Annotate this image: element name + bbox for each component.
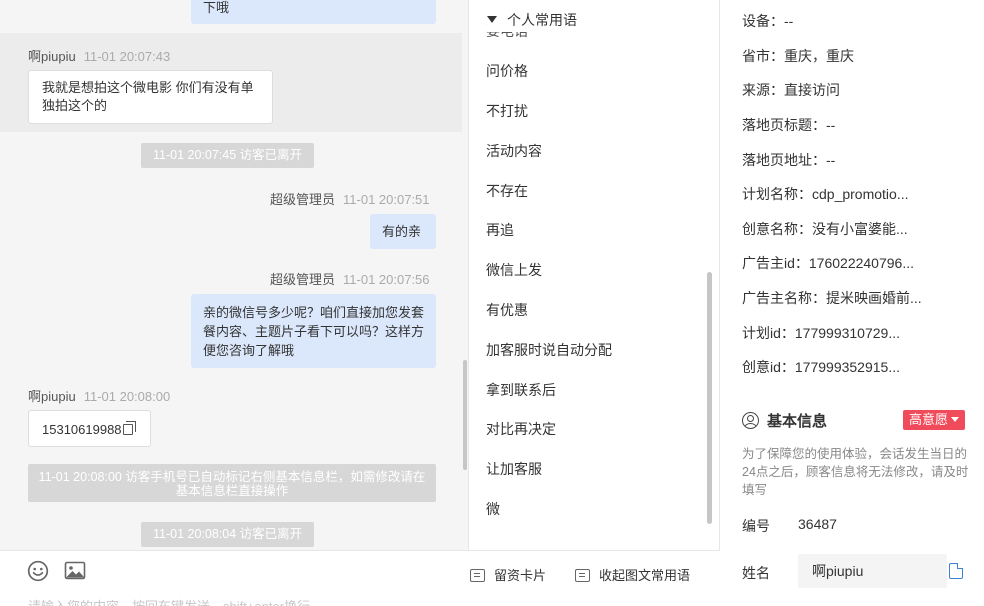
sender-name: 超级管理员	[270, 192, 336, 207]
name-field[interactable]: 啊piupiu	[798, 554, 947, 588]
phrase-label: 不打扰	[486, 103, 528, 119]
message-text: 下哦	[203, 0, 230, 15]
phrase-item[interactable]: 对比再决定	[486, 419, 556, 439]
info-landing-url: 落地页地址：--	[742, 152, 836, 168]
agent-message-bubble: 有的亲	[370, 214, 436, 249]
phrase-item[interactable]: 活动内容	[486, 141, 542, 161]
phrase-label: 让加客服	[486, 461, 542, 477]
info-creative-name: 创意名称：没有小富婆能...	[742, 221, 908, 237]
phrase-label: 加客服时说自动分配	[486, 342, 612, 358]
phrase-item[interactable]: 问价格	[486, 61, 528, 81]
message-text: 有的亲	[382, 224, 422, 239]
number-label: 编号	[742, 518, 770, 534]
intent-dropdown[interactable]: 高意愿	[903, 410, 966, 430]
basic-info-title: 基本信息	[742, 410, 827, 431]
phrase-label: 再追	[486, 222, 514, 238]
message-time: 11-01 20:08:00	[83, 389, 171, 404]
copy-icon[interactable]	[122, 421, 136, 435]
info-plan-id: 计划id：177999310729...	[742, 325, 900, 341]
smile-icon[interactable]	[27, 560, 49, 582]
card-icon	[470, 569, 485, 582]
intent-label: 高意愿	[909, 412, 949, 427]
system-notice: 11-01 20:07:45 访客已离开	[141, 143, 315, 168]
phrase-label: 不存在	[486, 183, 528, 199]
visitor-message-bubble: 我就是想拍这个微电影 你们有没有单独拍这个的	[28, 70, 273, 124]
system-notice: 11-01 20:08:00 访客手机号已自动标记右侧基本信息栏，如需修改请在基…	[28, 464, 436, 502]
message-text: 亲的微信号多少呢？咱们直接加您发套餐内容、主题片子看下可以吗？这样方便您咨询了解…	[203, 305, 425, 358]
info-device: 设备：--	[742, 13, 794, 29]
image-icon[interactable]	[64, 560, 86, 582]
caret-down-icon	[951, 417, 960, 422]
phrase-item[interactable]: 加客服时说自动分配	[486, 340, 612, 360]
info-advertiser-name: 广告主名称：提米映画婚前...	[742, 290, 922, 306]
phrase-item[interactable]: 不存在	[486, 181, 528, 201]
phrases-panel: 要电话 个人常用语 问价格 不打扰 活动内容 不存在 再追 微信上发 有优惠 加…	[469, 0, 720, 550]
phrase-label: 有优惠	[486, 302, 528, 318]
phrase-label: 微信上发	[486, 262, 542, 278]
caret-down-icon	[487, 16, 497, 23]
phrase-label: 拿到联系后	[486, 382, 556, 398]
phrase-label: 微	[486, 501, 500, 517]
message-text: 我就是想拍这个微电影 你们有没有单独拍这个的	[42, 80, 254, 113]
phrase-item[interactable]: 微信上发	[486, 260, 542, 280]
phrase-label: 对比再决定	[486, 421, 556, 437]
message-time: 11-01 20:07:43	[83, 49, 171, 64]
customer-info-panel: 设备：-- 省市：重庆，重庆 来源：直接访问 落地页标题：-- 落地页地址：--…	[720, 0, 984, 606]
info-source: 来源：直接访问	[742, 82, 840, 98]
agent-message-bubble: 亲的微信号多少呢？咱们直接加您发套餐内容、主题片子看下可以吗？这样方便您咨询了解…	[191, 294, 436, 368]
collapse-phrases-label: 收起图文常用语	[599, 568, 691, 583]
edit-notice: 为了保障您的使用体验，会话发生当日的24点之后，顾客信息将无法修改，请及时填写	[742, 447, 969, 497]
basic-info-label: 基本信息	[767, 413, 828, 430]
sender-name: 啊piupiu	[28, 389, 76, 404]
phrase-item[interactable]: 不打扰	[486, 101, 528, 121]
message-meta: 超级管理员 11-01 20:07:56	[270, 269, 430, 288]
system-notice-text: 11-01 20:07:45 访客已离开	[153, 148, 303, 162]
agent-message-bubble: 下哦	[191, 0, 436, 24]
number-value: 36487	[798, 516, 837, 532]
user-icon	[742, 412, 759, 429]
system-notice: 11-01 20:08:04 访客已离开	[141, 522, 315, 547]
message-text: 15310619988	[42, 422, 122, 437]
phrase-item[interactable]: 微	[486, 499, 500, 519]
chat-input[interactable]: 请输入您的内容，按回车键发送，shift+enter换行	[28, 596, 310, 606]
message-meta: 啊piupiu 11-01 20:07:43	[28, 46, 170, 65]
visitor-message-bubble: 15310619988	[28, 410, 151, 447]
chat-toolbar: 留资卡片 收起图文常用语 请输入您的内容，按回车键发送，shift+enter换…	[0, 550, 720, 606]
phrase-group-title: 个人常用语	[507, 12, 577, 28]
message-time: 11-01 20:07:51	[343, 192, 430, 207]
message-meta: 超级管理员 11-01 20:07:51	[270, 189, 430, 208]
phrase-item[interactable]: 拿到联系后	[486, 380, 556, 400]
phrase-item[interactable]: 再追	[486, 220, 514, 240]
system-notice-text: 11-01 20:08:00 访客手机号已自动标记右侧基本信息栏，如需修改请在基…	[38, 470, 426, 498]
leave-card-button[interactable]: 留资卡片	[470, 565, 546, 584]
phrase-label: 问价格	[486, 63, 528, 79]
phrases-scrollbar[interactable]	[707, 272, 712, 524]
chat-panel: 下哦 啊piupiu 11-01 20:07:43 我就是想拍这个微电影 你们有没…	[0, 0, 469, 606]
info-province: 省市：重庆，重庆	[742, 48, 854, 64]
collapse-phrases-button[interactable]: 收起图文常用语	[575, 565, 690, 584]
message-time: 11-01 20:07:56	[343, 272, 430, 287]
info-plan-name: 计划名称：cdp_promotio...	[742, 186, 909, 202]
phrase-group-header[interactable]: 个人常用语	[487, 10, 707, 32]
system-notice-text: 11-01 20:08:04 访客已离开	[153, 527, 303, 541]
phrase-item[interactable]: 让加客服	[486, 459, 542, 479]
info-advertiser-id: 广告主id：176022240796...	[742, 255, 914, 271]
name-label: 姓名	[742, 565, 770, 581]
chat-scrollbar[interactable]	[463, 360, 467, 470]
phrase-item[interactable]: 有优惠	[486, 300, 528, 320]
message-icon	[575, 569, 590, 582]
copy-icon[interactable]	[949, 563, 963, 579]
message-meta: 啊piupiu 11-01 20:08:00	[28, 386, 170, 405]
sender-name: 超级管理员	[270, 272, 336, 287]
info-creative-id: 创意id：177999352915...	[742, 359, 900, 375]
info-landing-title: 落地页标题：--	[742, 117, 836, 133]
sender-name: 啊piupiu	[28, 49, 76, 64]
leave-card-label: 留资卡片	[494, 568, 547, 583]
phrase-label: 活动内容	[486, 143, 542, 159]
